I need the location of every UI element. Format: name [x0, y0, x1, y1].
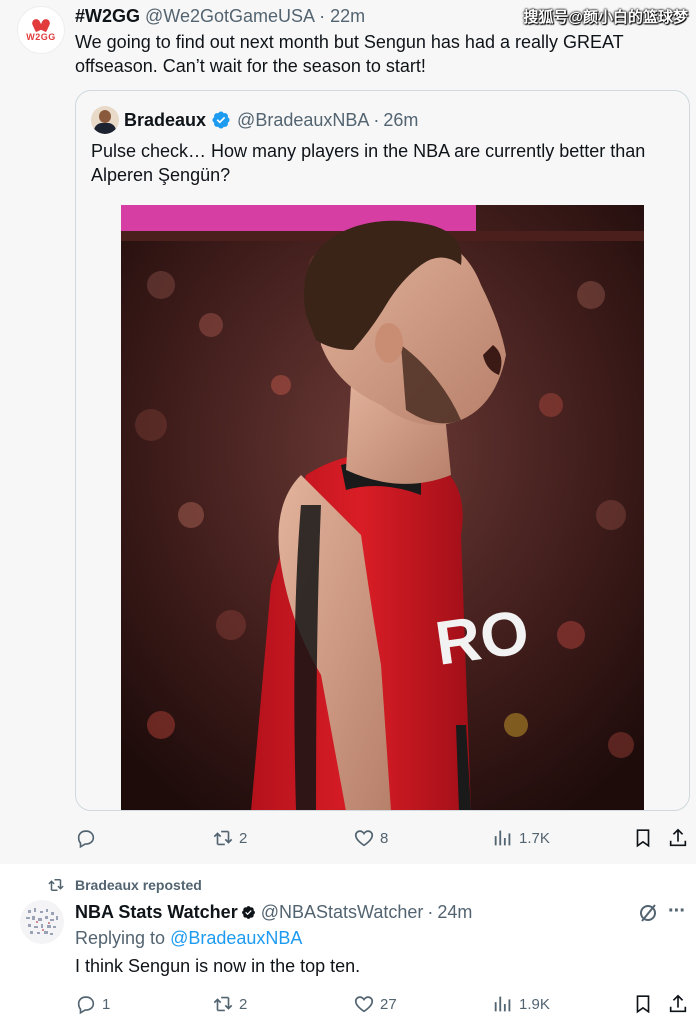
tweet-header: NBA Stats Watcher @NBAStatsWatcher · 24m [75, 901, 472, 923]
like-button[interactable]: 8 [353, 823, 388, 853]
tweet-actions: 2 8 1.7K [0, 823, 696, 853]
tweet-actions: 1 2 27 1.9K [0, 989, 696, 1019]
bookmark-icon [636, 995, 650, 1014]
views-count: 1.9K [519, 995, 550, 1013]
repost-icon [213, 830, 233, 846]
quote-author-name[interactable]: Bradeaux [124, 109, 206, 131]
more-icon[interactable]: ··· [668, 900, 686, 923]
verified-icon [212, 111, 230, 129]
tweet-w2gg[interactable]: W2GG #W2GG @We2GotGameUSA · 22m 搜狐号@颜小白的… [0, 0, 696, 864]
author-name[interactable]: NBA Stats Watcher [75, 901, 238, 923]
reply-button[interactable]: 1 [75, 989, 110, 1019]
reply-icon [77, 996, 95, 1015]
share-icon [669, 828, 687, 847]
avatar-w2gg[interactable]: W2GG [17, 6, 65, 54]
views-button[interactable]: 1.7K [492, 823, 550, 853]
repost-icon [213, 996, 233, 1012]
repost-count: 2 [239, 995, 248, 1013]
bookmark-icon [636, 829, 650, 848]
reply-count: 1 [102, 995, 111, 1013]
verified-org-icon [241, 905, 255, 919]
avatar-logo-text: W2GG [26, 31, 56, 42]
repost-label-row: Bradeaux reposted [47, 876, 202, 894]
author-handle[interactable]: @We2GotGameUSA [145, 6, 314, 26]
like-button[interactable]: 27 [353, 989, 397, 1019]
quote-time[interactable]: 26m [383, 109, 418, 131]
reply-button[interactable] [75, 823, 102, 853]
views-icon [494, 996, 511, 1012]
quote-author-handle[interactable]: @BradeauxNBA [237, 109, 369, 131]
avatar-nbastatswatcher[interactable] [20, 900, 64, 944]
avatar-image [20, 900, 64, 944]
grok-icon[interactable] [636, 901, 660, 925]
like-count: 8 [380, 829, 389, 847]
repost-icon [48, 879, 64, 891]
separator: · [319, 6, 326, 26]
sengun-photo: RO [121, 205, 644, 810]
share-icon [669, 994, 687, 1013]
views-icon [494, 830, 511, 846]
quote-header: Bradeaux @BradeauxNBA · 26m [124, 109, 418, 131]
jersey-text: RO [431, 598, 533, 679]
quote-text: Pulse check… How many players in the NBA… [91, 141, 646, 185]
separator: · [373, 110, 380, 130]
views-button[interactable]: 1.9K [492, 989, 550, 1019]
tweet-time[interactable]: 24m [437, 901, 472, 923]
watermark: 搜狐号@颜小白的篮球梦 [523, 9, 688, 26]
repost-button[interactable]: 2 [212, 823, 247, 853]
tweet-nbastatswatcher[interactable]: Bradeaux reposted NBA Stats Watcher @NBA… [0, 864, 696, 1029]
replying-to-link[interactable]: @BradeauxNBA [170, 928, 302, 948]
repost-label[interactable]: Bradeaux reposted [75, 877, 202, 893]
tweet-header: #W2GG @We2GotGameUSA · 22m [75, 5, 365, 27]
avatar-bradeaux[interactable] [91, 106, 119, 134]
quote-photo[interactable]: RO [121, 205, 644, 810]
tweet-time[interactable]: 22m [330, 6, 365, 26]
share-button[interactable] [667, 989, 694, 1019]
replying-to: Replying to @BradeauxNBA [75, 927, 302, 949]
author-handle[interactable]: @NBAStatsWatcher [261, 901, 424, 923]
views-count: 1.7K [519, 829, 550, 847]
tweet-text: We going to find out next month but Seng… [75, 32, 624, 76]
like-icon [354, 996, 374, 1013]
quoted-tweet[interactable]: Bradeaux @BradeauxNBA · 26m Pulse check…… [75, 90, 690, 811]
w2gg-logo-icon [32, 19, 50, 31]
repost-count: 2 [239, 829, 248, 847]
like-count: 27 [380, 995, 397, 1013]
repost-button[interactable]: 2 [212, 989, 247, 1019]
like-icon [354, 830, 374, 847]
tweet-text: I think Sengun is now in the top ten. [75, 956, 361, 976]
author-name[interactable]: #W2GG [75, 6, 140, 26]
replying-prefix: Replying to [75, 928, 166, 948]
bookmark-button[interactable] [632, 823, 659, 853]
share-button[interactable] [667, 823, 694, 853]
reply-icon [77, 830, 95, 849]
separator: · [427, 902, 434, 922]
bookmark-button[interactable] [632, 989, 659, 1019]
